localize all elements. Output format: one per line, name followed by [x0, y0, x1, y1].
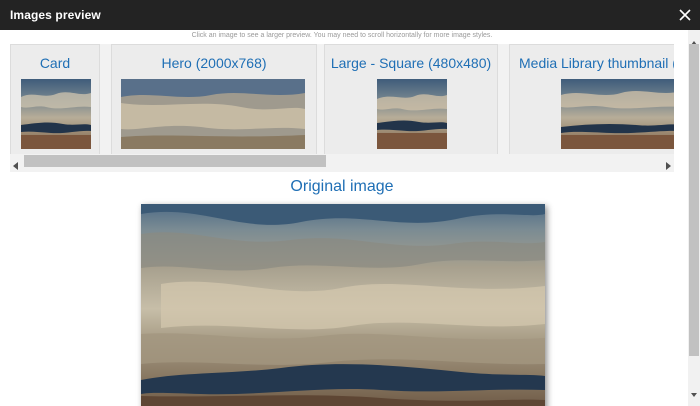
style-card-large-square[interactable]: Large - Square (480x480) — [324, 44, 498, 156]
original-image[interactable] — [141, 204, 545, 406]
style-card-media-library-thumbnail[interactable]: Media Library thumbnail (2 — [509, 44, 674, 156]
style-thumbnail-image[interactable] — [121, 79, 305, 149]
style-card-hero[interactable]: Hero (2000x768) — [111, 44, 317, 156]
dialog-titlebar: Images preview — [0, 0, 700, 30]
close-icon — [679, 9, 691, 21]
chevron-left-icon — [13, 162, 18, 170]
style-label: Card — [39, 55, 71, 71]
style-label: Large - Square (480x480) — [330, 55, 492, 71]
preview-hint: Click an image to see a larger preview. … — [191, 32, 493, 39]
style-thumbnail-image[interactable] — [561, 79, 674, 149]
style-label: Hero (2000x768) — [161, 55, 267, 71]
horizontal-scrollbar[interactable] — [10, 154, 674, 170]
style-label: Media Library thumbnail (2 — [519, 55, 674, 71]
vertical-scrollbar[interactable] — [688, 30, 700, 406]
scroll-right-button[interactable] — [665, 157, 671, 175]
close-button[interactable] — [674, 5, 696, 25]
style-thumbnail-image[interactable] — [21, 79, 91, 149]
scroll-down-button[interactable] — [691, 385, 697, 403]
vertical-scroll-thumb[interactable] — [689, 44, 699, 356]
style-card-card[interactable]: Card — [10, 44, 100, 156]
scroll-left-button[interactable] — [13, 157, 19, 175]
dialog-title: Images preview — [10, 8, 101, 22]
original-image-title: Original image — [290, 178, 394, 195]
style-thumbnail-image[interactable] — [377, 79, 447, 149]
chevron-right-icon — [666, 162, 671, 170]
chevron-down-icon — [691, 393, 697, 397]
image-styles-strip: Card Hero (2000x768) Large - Square (480… — [10, 44, 674, 172]
dialog-content: Click an image to see a larger preview. … — [0, 30, 688, 406]
horizontal-scroll-thumb[interactable] — [24, 155, 326, 167]
